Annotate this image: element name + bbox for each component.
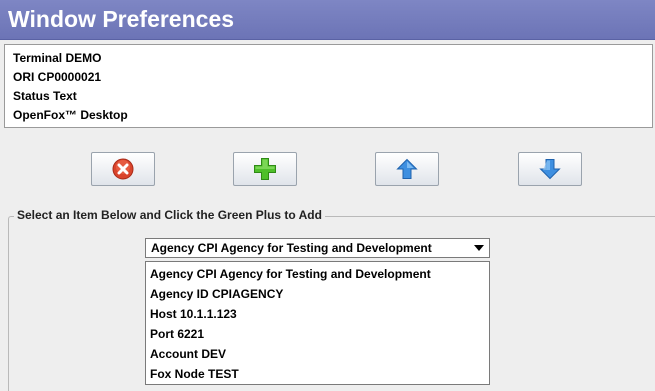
- info-desktop: OpenFox™ Desktop: [13, 108, 128, 122]
- option-fox-node[interactable]: Fox Node TEST: [146, 364, 489, 384]
- dropdown-selected-value: Agency CPI Agency for Testing and Develo…: [151, 241, 432, 255]
- add-button[interactable]: [233, 152, 297, 186]
- item-select-dropdown[interactable]: Agency CPI Agency for Testing and Develo…: [145, 238, 490, 258]
- info-status-text: Status Text: [13, 89, 77, 103]
- move-up-icon: [396, 158, 418, 179]
- remove-icon: [112, 158, 134, 180]
- window-title: Window Preferences: [8, 6, 235, 32]
- option-agency-id[interactable]: Agency ID CPIAGENCY: [146, 284, 489, 304]
- add-icon: [254, 158, 276, 180]
- option-host[interactable]: Host 10.1.1.123: [146, 304, 489, 324]
- move-down-button[interactable]: [518, 152, 582, 186]
- option-port[interactable]: Port 6221: [146, 324, 489, 344]
- group-legend: Select an Item Below and Click the Green…: [14, 208, 325, 223]
- move-down-icon: [539, 159, 561, 180]
- info-terminal: Terminal DEMO: [13, 51, 102, 65]
- option-agency-cpi[interactable]: Agency CPI Agency for Testing and Develo…: [146, 264, 489, 284]
- title-bar: Window Preferences: [0, 0, 655, 40]
- chevron-down-icon: [474, 245, 484, 251]
- info-ori: ORI CP0000021: [13, 70, 102, 84]
- terminal-info-list: Terminal DEMO ORI CP0000021 Status Text …: [4, 44, 653, 128]
- dropdown-options-list: Agency CPI Agency for Testing and Develo…: [145, 261, 490, 385]
- move-up-button[interactable]: [375, 152, 439, 186]
- option-account[interactable]: Account DEV: [146, 344, 489, 364]
- remove-button[interactable]: [91, 152, 155, 186]
- window-preferences: Window Preferences Terminal DEMO ORI CP0…: [0, 0, 655, 391]
